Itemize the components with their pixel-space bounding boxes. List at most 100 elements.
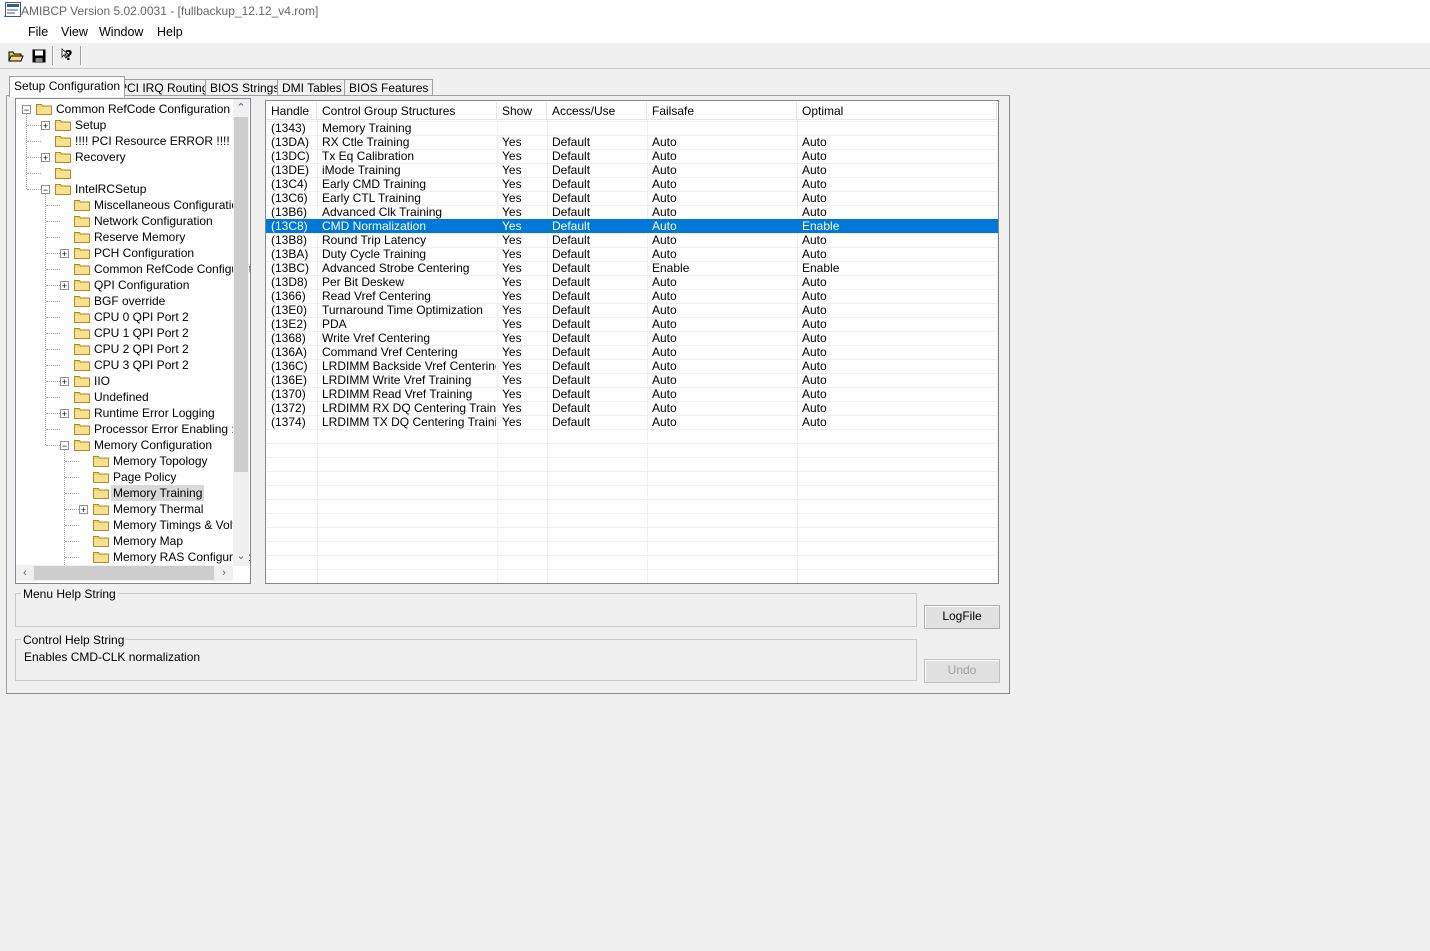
tree-node[interactable]: !!!! PCI Resource ERROR !!!! [16, 133, 250, 149]
table-row[interactable]: (13B6) Advanced Clk Training Yes Default Aut… [266, 205, 998, 219]
tree-node-label[interactable]: CPU 0 QPI Port 2 [92, 309, 191, 325]
tree-node[interactable]: − Memory Configuration [16, 437, 250, 453]
tree-node[interactable]: Memory Map [16, 533, 250, 549]
tree-node-label[interactable]: Memory Topology [111, 453, 210, 469]
scroll-left-icon[interactable]: ‹ [17, 565, 33, 581]
tree-node-label[interactable]: Undefined [92, 389, 151, 405]
table-row[interactable]: (136A) Command Vref Centering Yes Default Au… [266, 345, 998, 359]
tree-node[interactable]: + IIO [16, 373, 250, 389]
tree-node-label[interactable]: Network Configuration [92, 213, 215, 229]
tree-node-label[interactable]: CPU 1 QPI Port 2 [92, 325, 191, 341]
expand-icon[interactable]: + [79, 505, 88, 515]
tree-node-label[interactable]: PCH Configuration [92, 245, 196, 261]
table-row[interactable]: (13DE) iMode Training Yes Default Auto Auto [266, 163, 998, 177]
tree-node-label[interactable]: Runtime Error Logging [92, 405, 217, 421]
expand-icon[interactable]: + [41, 153, 50, 163]
tree-node[interactable]: Miscellaneous Configuration [16, 197, 250, 213]
tree-node-label[interactable]: Miscellaneous Configuration [92, 197, 247, 213]
tree-node-label[interactable]: IntelRCSetup [73, 181, 148, 197]
logfile-button[interactable]: LogFile [924, 605, 1000, 629]
context-help-button[interactable]: ? [57, 45, 78, 66]
tree-node[interactable]: Memory Training [16, 485, 250, 501]
tree-node-label[interactable]: Setup [73, 117, 108, 133]
collapse-icon[interactable]: − [41, 185, 50, 195]
tree-node[interactable]: Undefined [16, 389, 250, 405]
table-row[interactable]: (136C) LRDIMM Backside Vref Centering Yes D… [266, 359, 998, 373]
tree-vertical-scroll-thumb[interactable] [234, 117, 248, 472]
tree-node[interactable]: + Runtime Error Logging [16, 405, 250, 421]
column-header-access-use[interactable]: Access/Use [547, 102, 647, 120]
tree-node-label[interactable]: Memory RAS Configuratic [111, 549, 250, 565]
tree-node[interactable] [16, 165, 250, 181]
tree-node[interactable]: Memory Timings & Voltag [16, 517, 250, 533]
column-header-optimal[interactable]: Optimal [797, 102, 997, 120]
table-row[interactable]: (13E0) Turnaround Time Optimization Yes Def… [266, 303, 998, 317]
control-group-list[interactable]: Handle Control Group Structures Show Access… [265, 100, 999, 584]
tree-node[interactable]: − IntelRCSetup [16, 181, 250, 197]
tree-node[interactable]: Reserve Memory [16, 229, 250, 245]
tree-node[interactable]: CPU 0 QPI Port 2 [16, 309, 250, 325]
table-row[interactable]: (13DC) Tx Eq Calibration Yes Default Auto Aut… [266, 149, 998, 163]
setup-tree[interactable]: − Common RefCode Configuration + Setup!!!! … [15, 98, 251, 584]
scroll-right-icon[interactable]: › [216, 565, 232, 581]
expand-icon[interactable]: + [60, 377, 69, 387]
collapse-icon[interactable]: − [22, 105, 31, 115]
table-row[interactable]: (13C6) Early CTL Training Yes Default Auto Au… [266, 191, 998, 205]
tree-node-label[interactable]: Memory Timings & Voltag [111, 517, 250, 533]
collapse-icon[interactable]: − [60, 441, 69, 451]
table-row[interactable]: (13C4) Early CMD Training Yes Default Auto Au… [266, 177, 998, 191]
tree-node-label[interactable]: CPU 2 QPI Port 2 [92, 341, 191, 357]
tree-node[interactable]: CPU 1 QPI Port 2 [16, 325, 250, 341]
column-header-show[interactable]: Show [497, 102, 547, 120]
tree-node[interactable]: Processor Error Enabling : [16, 421, 250, 437]
tree-node[interactable]: + Setup [16, 117, 250, 133]
table-row[interactable]: (1370) LRDIMM Read Vref Training Yes Defaul… [266, 387, 998, 401]
tree-node[interactable]: Page Policy [16, 469, 250, 485]
tree-node-label[interactable]: Memory Training [111, 485, 205, 501]
scroll-down-icon[interactable]: ⌄ [233, 548, 249, 564]
table-row[interactable]: (1366) Read Vref Centering Yes Default Auto A… [266, 289, 998, 303]
menu-view[interactable]: View [61, 25, 88, 39]
expand-icon[interactable]: + [60, 281, 69, 291]
tree-node-label[interactable]: !!!! PCI Resource ERROR !!!! [73, 133, 232, 149]
expand-icon[interactable]: + [60, 409, 69, 419]
tree-node[interactable]: Common RefCode Configurati [16, 261, 250, 277]
table-row[interactable]: (13B8) Round Trip Latency Yes Default Auto Au… [266, 233, 998, 247]
column-header-control-group-structures[interactable]: Control Group Structures [317, 102, 497, 120]
tree-node-label[interactable]: QPI Configuration [92, 277, 191, 293]
table-row[interactable]: (136E) LRDIMM Write Vref Training Yes Defau… [266, 373, 998, 387]
tree-node-label[interactable]: Memory Thermal [111, 501, 205, 517]
tree-node[interactable]: + PCH Configuration [16, 245, 250, 261]
expand-icon[interactable]: + [60, 249, 69, 259]
table-row[interactable]: (1343) Memory Training [266, 121, 998, 135]
tree-node-label[interactable]: BGF override [92, 293, 167, 309]
tree-node-label[interactable]: Memory Configuration [92, 437, 214, 453]
table-row[interactable]: (13BA) Duty Cycle Training Yes Default Auto A… [266, 247, 998, 261]
menu-help[interactable]: Help [157, 25, 183, 39]
tree-node-label[interactable]: Common RefCode Configurati [92, 261, 250, 277]
table-row[interactable]: (13DA) RX Ctle Training Yes Default Auto Auto [266, 135, 998, 149]
table-row[interactable]: (13C8) CMD Normalization Yes Default Auto Ena… [266, 219, 998, 233]
table-row[interactable]: (13BC) Advanced Strobe Centering Yes Defaul… [266, 261, 998, 275]
undo-button[interactable]: Undo [924, 659, 1000, 683]
table-row[interactable]: (1368) Write Vref Centering Yes Default Auto… [266, 331, 998, 345]
tree-node[interactable]: CPU 3 QPI Port 2 [16, 357, 250, 373]
tree-node[interactable]: − Common RefCode Configuration [16, 101, 250, 117]
tree-node-label[interactable]: Recovery [73, 149, 128, 165]
tree-node[interactable]: Memory Topology [16, 453, 250, 469]
column-header-failsafe[interactable]: Failsafe [647, 102, 797, 120]
tree-node[interactable]: Network Configuration [16, 213, 250, 229]
table-row[interactable]: (1374) LRDIMM TX DQ Centering Training Yes… [266, 415, 998, 429]
tree-node-label[interactable]: Common RefCode Configuration [54, 101, 232, 117]
tree-horizontal-scroll-thumb[interactable] [34, 566, 214, 580]
tree-node[interactable]: CPU 2 QPI Port 2 [16, 341, 250, 357]
tree-node[interactable]: + Memory Thermal [16, 501, 250, 517]
tree-node-label[interactable]: Processor Error Enabling : [92, 421, 237, 437]
scroll-up-icon[interactable]: ⌃ [233, 100, 249, 116]
expand-icon[interactable]: + [41, 121, 50, 131]
tree-node[interactable]: BGF override [16, 293, 250, 309]
tree-node[interactable]: + QPI Configuration [16, 277, 250, 293]
table-row[interactable]: (1372) LRDIMM RX DQ Centering Traini... Ye… [266, 401, 998, 415]
menu-window[interactable]: Window [99, 25, 143, 39]
tree-node-label[interactable]: IIO [92, 373, 112, 389]
